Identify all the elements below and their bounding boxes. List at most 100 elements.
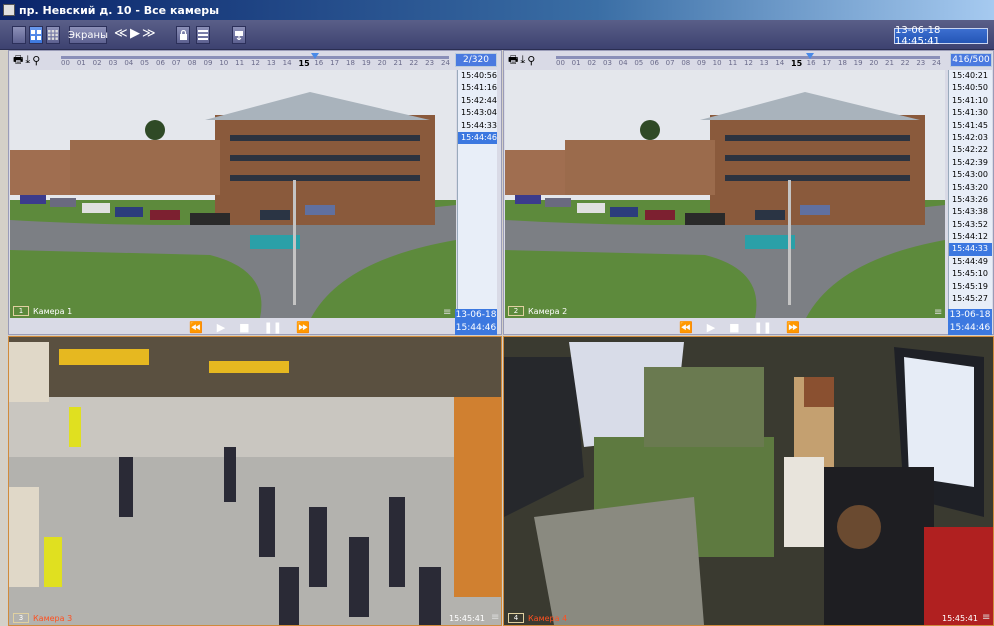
fast-forward-icon[interactable]: ⏩ [786, 321, 800, 334]
screens-button[interactable]: Экраны [68, 26, 108, 44]
timeline-hour-label: 08 [681, 59, 691, 67]
timestamp-item[interactable]: 15:43:00 [949, 169, 992, 181]
camera-1-panel: 🖶 ⤓ ⚲ 00 01 02 03 04 05 06 07 08 09 10 11 12 13 14 15 16… [8, 50, 502, 335]
timestamp-item[interactable]: 15:44:46 [458, 131, 497, 145]
camera-4-video[interactable] [504, 337, 993, 625]
timeline-hour-label: 24 [932, 59, 941, 67]
timestamp-item[interactable]: 15:40:50 [949, 82, 992, 94]
timestamp-item[interactable]: 15:41:16 [458, 82, 497, 94]
timestamp-item[interactable]: 15:41:45 [949, 120, 992, 132]
menu-icon[interactable]: ≡ [982, 612, 990, 623]
window-title: пр. Невский д. 10 - Все камеры [19, 3, 220, 17]
lock-icon[interactable] [176, 26, 190, 44]
timestamp-item[interactable]: 15:40:21 [949, 70, 992, 82]
camera-number: 1 [13, 306, 29, 316]
timeline-hour-label: 20 [377, 59, 387, 67]
layout-single-icon[interactable] [12, 26, 26, 44]
timeline-hour-label: 16 [806, 59, 816, 67]
timestamp-item[interactable]: 15:40:56 [458, 70, 497, 82]
camera-2-video[interactable] [505, 70, 945, 318]
camera-1-datetime: 13-06-18 15:44:46 [455, 309, 497, 335]
play-icon[interactable]: ▶ [217, 321, 225, 334]
menu-icon[interactable]: ≡ [491, 612, 499, 623]
zoom-icon[interactable]: ⚲ [32, 54, 40, 67]
main-toolbar: Экраны ≪ ▶ ≫ 13-06-18 14:45:41 [0, 20, 994, 50]
timestamp-item[interactable]: 15:43:04 [458, 107, 497, 119]
pause-icon[interactable]: ❚❚ [264, 321, 282, 334]
timeline-hour-label: 03 [108, 59, 118, 67]
stop-icon[interactable]: ■ [729, 321, 739, 334]
timeline-hour-label: 18 [838, 59, 847, 67]
camera-number: 3 [13, 613, 29, 623]
timeline-hour-label: 12 [251, 59, 260, 67]
camera-2-label: 2 Камера 2 [508, 306, 567, 316]
timestamp-item[interactable]: 15:44:33 [458, 120, 497, 132]
rewind-icon[interactable]: ⏪ [679, 321, 693, 334]
fast-forward-icon[interactable]: ⏩ [296, 321, 310, 334]
timeline-hour-label: 18 [346, 59, 355, 67]
timestamp-item[interactable]: 15:42:44 [458, 95, 497, 107]
timestamp-item[interactable]: 15:43:20 [949, 182, 992, 194]
timestamp-item[interactable]: 15:41:30 [949, 107, 992, 119]
camera-3-time: 15:45:41 [449, 614, 485, 623]
camera-2-playback: ⏪ ▶ ■ ❚❚ ⏩ [679, 319, 800, 335]
camera-2-timestamp-list[interactable]: 15:40:21 15:40:50 15:41:10 15:41:30 15:41:45… [948, 70, 992, 310]
layout-grid-icon[interactable] [46, 26, 60, 44]
timeline-hour-label: 19 [853, 59, 863, 67]
timestamp-item[interactable]: 15:45:19 [949, 281, 992, 293]
timestamp-item[interactable]: 15:43:38 [949, 206, 992, 218]
camera-name: Камера 3 [33, 613, 73, 623]
timeline-hour-label: 07 [171, 59, 181, 67]
menu-icon[interactable]: ≡ [934, 307, 942, 318]
camera-2-timeline[interactable]: 00 01 02 03 04 05 06 07 08 09 10 11 12 13 14 15 16 17 18 19… [556, 53, 941, 68]
timestamp-item[interactable]: 15:42:03 [949, 132, 992, 144]
timestamp-item[interactable]: 15:41:10 [949, 95, 992, 107]
export-icon[interactable] [232, 26, 246, 44]
timeline-hour-label: 01 [76, 59, 86, 67]
camera-2-datetime: 13-06-18 15:44:46 [948, 309, 992, 335]
timeline-hour-label: 22 [900, 59, 910, 67]
stop-icon[interactable]: ■ [239, 321, 249, 334]
timeline-hour-label: 11 [235, 59, 245, 67]
timestamp-item[interactable]: 15:42:22 [949, 144, 992, 156]
frame-counter: 2/320 [455, 53, 497, 67]
camera-1-playback: ⏪ ▶ ■ ❚❚ ⏩ [189, 319, 310, 335]
rewind-icon[interactable]: ⏪ [189, 321, 203, 334]
timeline-hour-label: 02 [587, 59, 597, 67]
timestamp-item[interactable]: 15:43:52 [949, 219, 992, 231]
timestamp-item[interactable]: 15:44:49 [949, 256, 992, 268]
timestamp-item[interactable]: 15:42:39 [949, 157, 992, 169]
menu-icon[interactable]: ≡ [443, 307, 451, 318]
download-icon[interactable]: ⤓ [520, 53, 525, 67]
timeline-hour-label: 05 [634, 59, 644, 67]
timeline-hour-label: 01 [571, 59, 581, 67]
camera-3-video[interactable] [9, 337, 501, 625]
timestamp-item[interactable]: 15:44:12 [949, 231, 992, 243]
timestamp-item[interactable]: 15:45:27 [949, 293, 992, 305]
camera-3-panel: 3 Камера 3 15:45:41 ≡ [8, 336, 502, 626]
timeline-hour-label: 00 [61, 59, 70, 67]
camera-1-video[interactable] [10, 70, 456, 318]
layout-quad-icon[interactable] [29, 26, 43, 44]
play-icon[interactable]: ▶ [707, 321, 715, 334]
timestamp-item[interactable]: 15:45:10 [949, 268, 992, 280]
rewind-icon[interactable]: ≪ [114, 26, 128, 41]
camera-1-timeline[interactable]: 00 01 02 03 04 05 06 07 08 09 10 11 12 13 14 15 16 17 18 19… [61, 53, 450, 68]
zoom-icon[interactable]: ⚲ [527, 54, 535, 67]
timeline-hour-label: 17 [330, 59, 340, 67]
play-icon[interactable]: ▶ [130, 26, 140, 41]
timestamp-item[interactable]: 15:44:33 [949, 243, 992, 256]
camera-4-label: 4 Камера 4 [508, 613, 567, 623]
download-icon[interactable]: ⤓ [25, 53, 30, 67]
pause-icon[interactable]: ❚❚ [754, 321, 772, 334]
timeline-hour-label: 13 [266, 59, 276, 67]
timestamp-item[interactable]: 15:43:26 [949, 194, 992, 206]
list-icon[interactable] [196, 26, 210, 44]
camera-1-timestamp-list[interactable]: 15:40:56 15:41:16 15:42:44 15:43:04 15:44:33… [457, 70, 497, 318]
timeline-hour-label: 23 [916, 59, 926, 67]
print-icon[interactable]: 🖶 [508, 51, 518, 70]
fast-forward-icon[interactable]: ≫ [142, 26, 156, 41]
timeline-hour-label: 09 [203, 59, 213, 67]
print-icon[interactable]: 🖶 [13, 51, 23, 70]
timeline-hour-label: 21 [885, 59, 894, 67]
